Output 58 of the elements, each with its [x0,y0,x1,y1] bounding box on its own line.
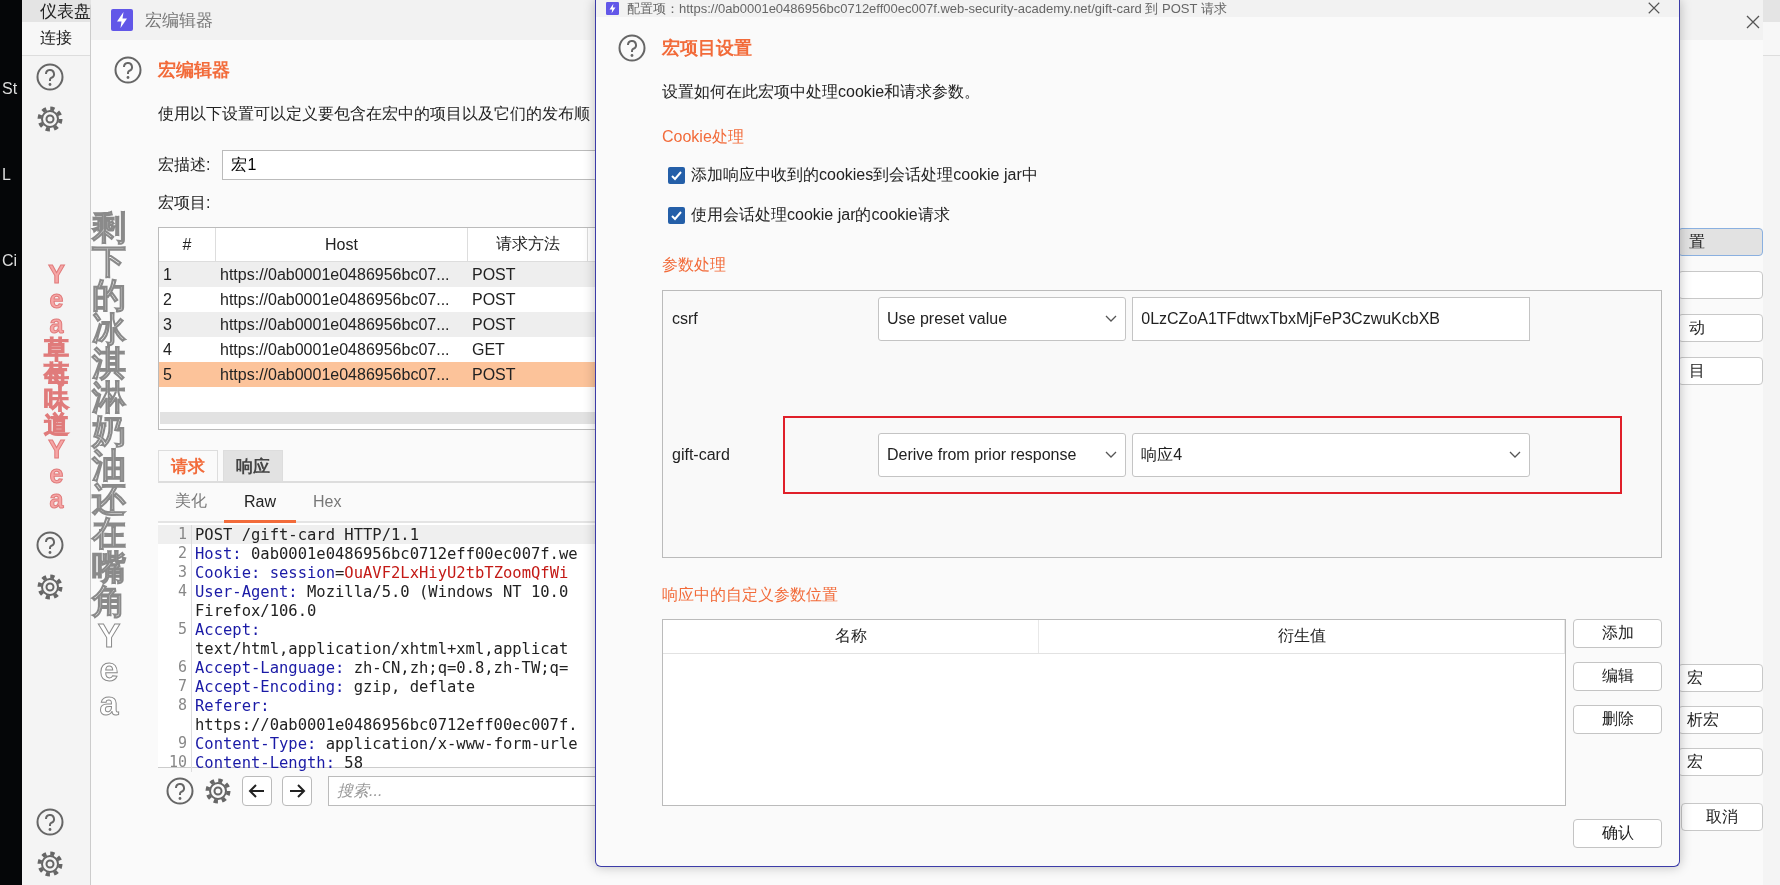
code-line: Accept-Language: zh-CN,zh;q=0.8,zh-TW;q= [194,658,569,677]
section-heading: 参数处理 [662,255,726,275]
line-number: 3 [158,563,192,582]
code-line: Content-Length: 58 [194,753,363,772]
parameter-name: csrf [671,310,699,328]
heading: 宏编辑器 [158,59,230,82]
window-title: 宏编辑器 [145,9,213,32]
table-cell-text: POST [471,364,517,385]
code-line: Content-Type: application/x-www-form-urle [194,734,578,753]
window-title: 配置项：https://0ab0001e0486956bc0712eff00ec007f.web-security-academy.net/gift-card 到 POST 请求 [627,0,1227,17]
line-number: 6 [158,658,192,677]
table-cell-text: https://0ab0001e0486956bc07... [219,339,451,360]
table-cell-text: 4 [162,339,173,360]
table-cell-text: https://0ab0001e0486956bc07... [219,289,451,310]
section-heading: Cookie处理 [662,127,744,147]
code-line: Firefox/106.0 [194,601,317,620]
line-number: 7 [158,677,192,696]
code-line: Referer: [194,696,270,715]
heading: 宏项目设置 [662,37,752,60]
checkbox-label: 使用会话处理cookie jar的cookie请求 [691,205,950,225]
code-line: User-Agent: Mozilla/5.0 (Windows NT 10.0 [194,582,569,601]
table-cell-text: 3 [162,314,173,335]
table-cell-text: 5 [162,364,173,385]
lyrics-text: 剩下的冰淇淋奶油还在嘴角Yea [92,210,126,720]
desktop-label: L [1,166,12,184]
line-number: 10 [158,753,192,772]
code-line: Host: 0ab0001e0486956bc0712eff00ec007f.we [194,544,578,563]
line-number: 8 [158,696,192,715]
table-cell-text: POST [471,314,517,335]
table-cell-text: https://0ab0001e0486956bc07... [219,364,451,385]
checkbox-label: 添加响应中收到的cookies到会话处理cookie jar中 [691,165,1038,185]
code-line: https://0ab0001e0486956bc0712eff00ec007f. [194,715,578,734]
line-number: 5 [158,620,192,639]
line-number: 1 [158,525,192,544]
lyrics-text: Yea草莓味道Yea [44,262,69,512]
desktop-label: St [1,80,19,98]
table-cell-text: 1 [162,264,173,285]
table-cell-text: 2 [162,289,173,310]
desktop-label: Ci [1,252,19,270]
table-cell-text: https://0ab0001e0486956bc07... [219,264,451,285]
line-number: 4 [158,582,192,601]
description-text: 使用以下设置可以定义要包含在宏中的项目以及它们的发布顺 [158,104,590,124]
code-line: text/html,application/xhtml+xml,applicat [194,639,569,658]
code-line: Accept: [194,620,261,639]
table-cell-text: POST [471,264,517,285]
field-label: 宏项目: [158,193,211,213]
line-number: 9 [158,734,192,753]
code-line: POST /gift-card HTTP/1.1 [194,525,419,544]
table-cell-text: POST [471,289,517,310]
field-label: 宏描述: [158,154,211,175]
code-line: Accept-Encoding: gzip, deflate [194,677,475,696]
code-line: Cookie: session=OuAVF2LxHiyU2tbTZoomQfWi [194,563,569,582]
table-cell-text: GET [471,339,506,360]
section-heading: 响应中的自定义参数位置 [662,585,838,605]
description-text: 设置如何在此宏项中处理cookie和请求参数。 [662,82,981,102]
table-cell-text: https://0ab0001e0486956bc07... [219,314,451,335]
parameter-name: gift-card [671,446,731,464]
line-number: 2 [158,544,192,563]
